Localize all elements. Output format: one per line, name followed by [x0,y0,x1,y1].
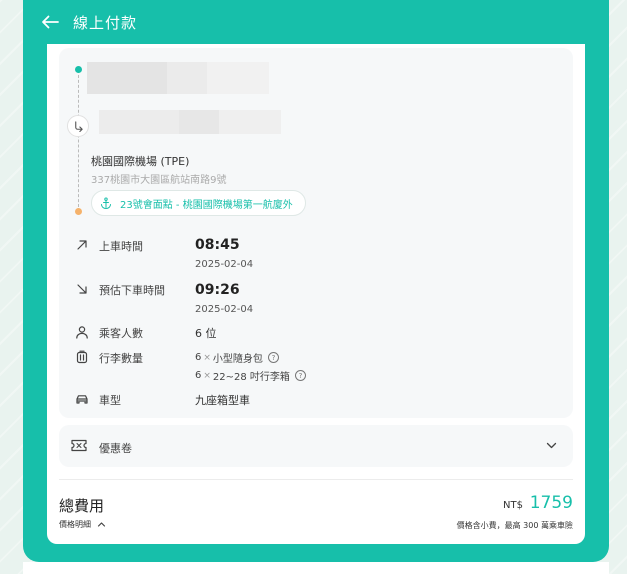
page-title: 線上付款 [73,13,138,32]
vehicle-label: 車型 [99,394,121,407]
pickup-label: 上車時間 [99,240,143,253]
chevron-down-icon [546,442,557,449]
turn-arrow-icon [74,120,83,132]
trip-details-box: 桃園國際機場 (TPE) 337桃園市大園區航站南路9號 23號會面點 - 桃園… [59,48,573,418]
price-detail-label: 價格明細 [59,520,91,529]
luggage-multiplier: × [203,370,211,381]
chevron-up-icon [97,522,106,527]
booking-card: 桃園國際機場 (TPE) 337桃園市大園區航站南路9號 23號會面點 - 桃園… [47,44,585,544]
divider [59,479,573,480]
car-icon [76,395,88,404]
dropoff-date: 2025-02-04 [195,304,254,315]
back-button[interactable] [39,11,61,33]
meeting-point-text: 23號會面點 - 桃園國際機場第一航廈外 [120,199,293,211]
header: 線上付款 [23,0,609,44]
anchor-icon [101,197,111,209]
dropoff-label: 預估下車時間 [99,284,165,297]
pickup-address-redacted [87,62,269,94]
help-icon[interactable]: ? [294,370,306,381]
arrow-left-icon [42,15,59,29]
total-label: 總費用 [59,497,105,515]
end-dot [75,208,82,215]
passengers-value: 6 位 [195,327,217,340]
luggage-multiplier: × [203,352,211,363]
bottom-panel [23,562,609,574]
user-icon [76,326,88,339]
coupon-label: 優惠卷 [99,442,132,455]
arrow-up-right-icon [77,240,87,250]
route-turn-badge [67,115,89,137]
help-icon[interactable]: ? [267,352,279,363]
luggage-icon [76,350,88,364]
price-detail-toggle[interactable]: 價格明細 [59,519,106,530]
luggage-count: 6 [195,370,202,381]
price-note: 價格含小費，最高 300 萬乘車險 [456,521,573,530]
luggage-item: 6 × 小型隨身包 ? [195,350,279,365]
vehicle-value: 九座箱型車 [195,394,250,407]
passengers-label: 乘客人數 [99,327,143,340]
luggage-type: 小型隨身包 [212,354,263,365]
dropoff-time: 09:26 [195,282,240,298]
coupon-selector[interactable]: 優惠卷 [59,425,573,467]
teal-panel: 線上付款 桃園國際機場 (TPE) 337桃園市大園區航站南路9號 23號會面點… [23,0,609,562]
total-amount: 1759 [529,493,573,513]
luggage-type: 22~28 吋行李箱 [212,372,290,383]
route-line [78,70,79,212]
luggage-count: 6 [195,352,202,363]
currency-label: NT$ [503,500,523,511]
ticket-icon [71,439,87,452]
luggage-item: 6 × 22~28 吋行李箱 ? [195,368,306,383]
destination-name: 桃園國際機場 (TPE) [91,155,190,168]
start-dot [75,66,82,73]
stop-address-redacted [99,110,281,134]
destination-address: 337桃園市大園區航站南路9號 [91,175,227,186]
luggage-label: 行李數量 [99,352,143,365]
pickup-time: 08:45 [195,237,240,253]
meeting-point-chip[interactable]: 23號會面點 - 桃園國際機場第一航廈外 [91,190,306,216]
arrow-down-right-icon [77,284,87,294]
pickup-date: 2025-02-04 [195,259,254,270]
